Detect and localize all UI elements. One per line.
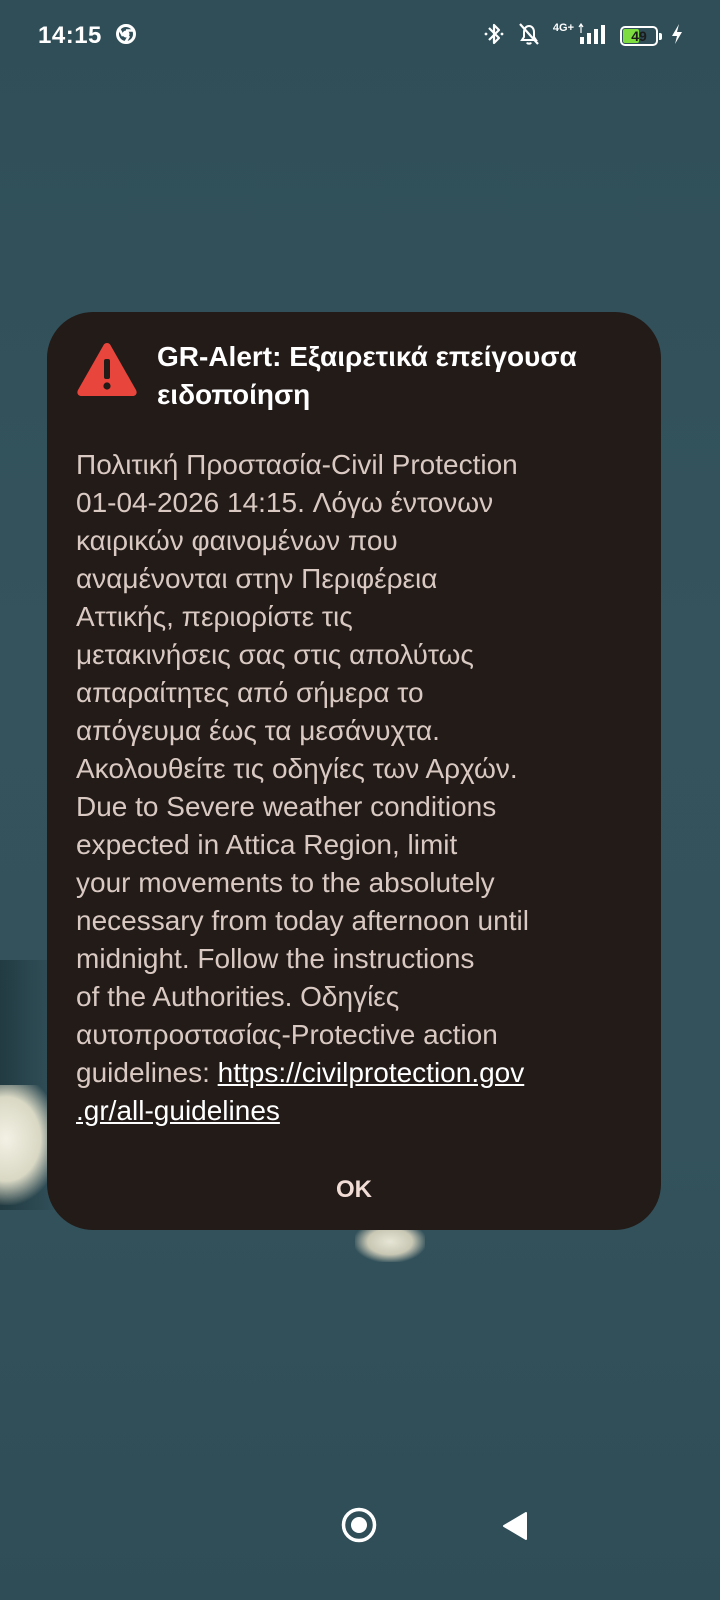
status-time: 14:15 bbox=[38, 22, 102, 49]
status-right: 4G+ 49 bbox=[483, 21, 684, 52]
status-bar: 14:15 4G+ 49 bbox=[0, 0, 720, 72]
signal-icon bbox=[578, 22, 608, 50]
network-type-label: 4G+ bbox=[552, 21, 574, 34]
status-left: 14:15 bbox=[38, 22, 136, 50]
ok-button[interactable]: OK bbox=[317, 1168, 391, 1212]
silent-bell-icon bbox=[517, 21, 541, 52]
chrome-icon bbox=[115, 23, 136, 49]
navigation-bar bbox=[0, 1500, 720, 1600]
battery-cap bbox=[659, 33, 662, 40]
battery-icon: 49 bbox=[620, 26, 662, 46]
emergency-alert-dialog: GR-Alert: Εξαιρετικά επείγουσα ειδοποίησ… bbox=[47, 312, 661, 1230]
bluetooth-icon bbox=[483, 21, 505, 52]
alert-message-tail: guidelines: bbox=[76, 1057, 218, 1088]
guidelines-link-line1: https://civilprotection.gov bbox=[217, 1057, 525, 1088]
charging-icon bbox=[670, 23, 684, 50]
back-triangle-icon bbox=[503, 1512, 527, 1540]
home-circle-icon bbox=[341, 1507, 377, 1543]
back-button[interactable] bbox=[500, 1508, 536, 1544]
dialog-title: GR-Alert: Εξαιρετικά επείγουσα ειδοποίησ… bbox=[157, 341, 577, 410]
dialog-header: GR-Alert: Εξαιρετικά επείγουσα ειδοποίησ… bbox=[75, 340, 633, 414]
home-button[interactable] bbox=[340, 1506, 378, 1544]
warning-icon bbox=[75, 340, 139, 398]
wallpaper-flower bbox=[355, 1228, 425, 1262]
alert-message: Πολιτική Προστασία-Civil Protection 01-0… bbox=[76, 446, 636, 1130]
battery-level: 49 bbox=[631, 28, 647, 44]
guidelines-link-line2: .gr/all-guidelines bbox=[76, 1095, 280, 1126]
alert-message-text: Πολιτική Προστασία-Civil Protection 01-0… bbox=[76, 449, 529, 1050]
